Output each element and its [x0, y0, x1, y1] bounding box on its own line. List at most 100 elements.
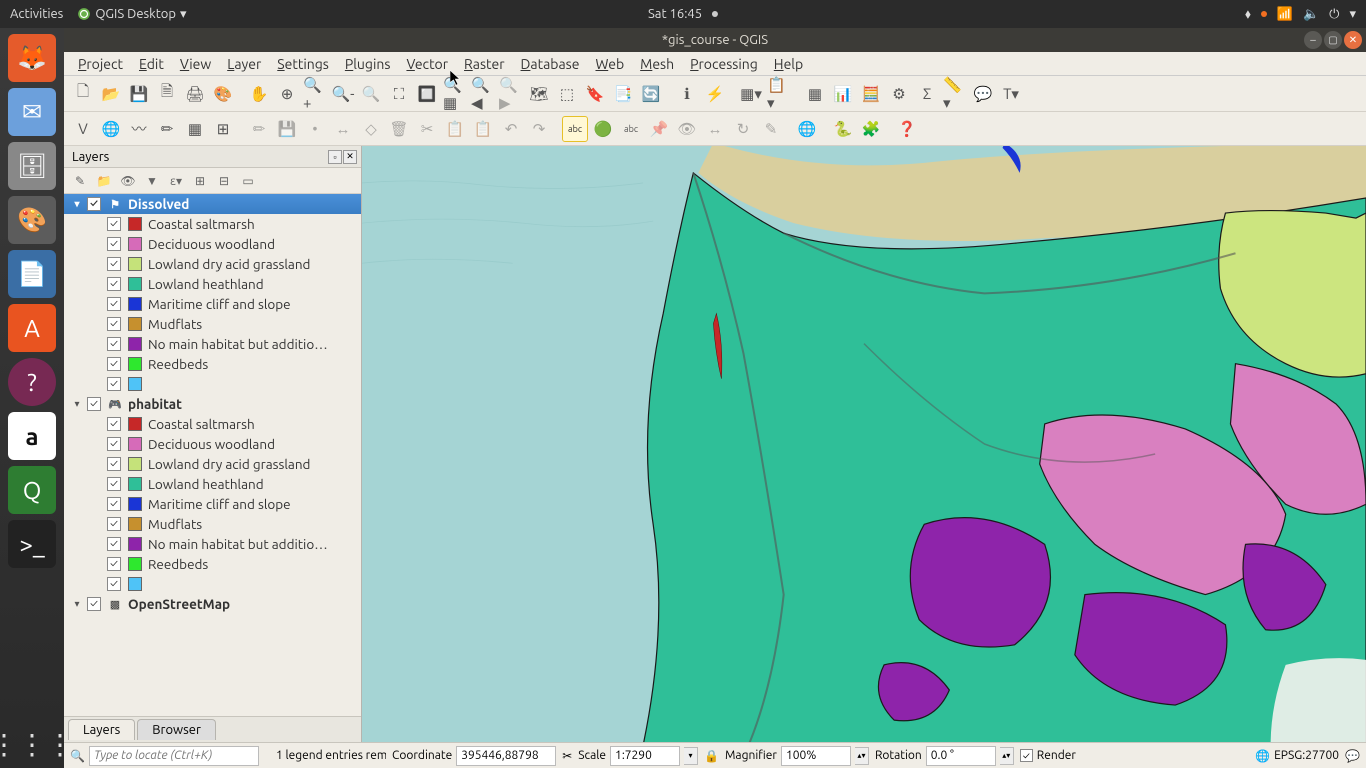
gimp-launcher[interactable]: 🎨: [8, 196, 56, 244]
layer-item[interactable]: ✓: [64, 374, 361, 394]
style-manager-icon[interactable]: 🎨: [210, 81, 236, 107]
zoom-layer-icon[interactable]: 🔍▦: [442, 81, 468, 107]
extents-icon[interactable]: ✂: [562, 749, 572, 763]
layer-item[interactable]: ✓Deciduous woodland: [64, 234, 361, 254]
toggle-editing-icon[interactable]: ✏: [154, 116, 180, 142]
filter-icon[interactable]: ▼: [142, 171, 162, 191]
toolbox-icon[interactable]: ⚙: [886, 81, 912, 107]
rotation-spin-icon[interactable]: ▴▾: [1000, 747, 1014, 765]
layer-item[interactable]: ✓No main habitat but additio…: [64, 334, 361, 354]
add-raster-icon[interactable]: 🌐: [98, 116, 124, 142]
save-icon[interactable]: 💾: [126, 81, 152, 107]
layer-group-phabitat[interactable]: ▾✓🎮phabitat: [64, 394, 361, 414]
abc-label-icon[interactable]: abc: [562, 116, 588, 142]
system-menu-arrow-icon[interactable]: ▾: [1349, 7, 1356, 22]
zoom-in-icon[interactable]: 🔍+: [302, 81, 328, 107]
firefox-launcher[interactable]: 🦊: [8, 34, 56, 82]
panel-close-button[interactable]: ✕: [343, 150, 357, 164]
layer-group-dissolved[interactable]: ▾✓⚑Dissolved: [64, 194, 361, 214]
select-icon[interactable]: ▦▾: [738, 81, 764, 107]
rotation-input[interactable]: [926, 746, 996, 766]
layer-item[interactable]: ✓Lowland dry acid grassland: [64, 254, 361, 274]
map-canvas[interactable]: [362, 146, 1366, 742]
volume-icon[interactable]: 🔈: [1303, 7, 1319, 22]
attribute-table-icon[interactable]: 📊: [830, 81, 856, 107]
diagram-icon[interactable]: 🟢: [590, 116, 616, 142]
menu-edit[interactable]: Edit: [131, 54, 172, 74]
bookmark-icon[interactable]: 🔖: [582, 81, 608, 107]
layer-item[interactable]: ✓Coastal saltmarsh: [64, 414, 361, 434]
menu-vector[interactable]: Vector: [398, 54, 456, 74]
new-shapefile-icon[interactable]: ▦: [182, 116, 208, 142]
wifi-icon[interactable]: 📶: [1277, 7, 1293, 22]
layer-item[interactable]: ✓Reedbeds: [64, 554, 361, 574]
software-launcher[interactable]: A: [8, 304, 56, 352]
pan-selection-icon[interactable]: ⊕: [274, 81, 300, 107]
thunderbird-launcher[interactable]: ✉: [8, 88, 56, 136]
zoom-out-icon[interactable]: 🔍-: [330, 81, 356, 107]
open-project-icon[interactable]: 📂: [98, 81, 124, 107]
lock-icon[interactable]: 🔒: [704, 749, 719, 763]
layer-item[interactable]: ✓: [64, 574, 361, 594]
visibility-icon[interactable]: 👁: [118, 171, 138, 191]
crs-label[interactable]: EPSG:27700: [1274, 749, 1339, 762]
clock[interactable]: Sat 16:45: [648, 7, 718, 21]
pan-icon[interactable]: ✋: [246, 81, 272, 107]
power-icon[interactable]: ⏻: [1329, 7, 1339, 22]
map-tips-icon[interactable]: 💬: [970, 81, 996, 107]
maximize-button[interactable]: ▢: [1324, 31, 1342, 49]
close-button[interactable]: ✕: [1344, 31, 1362, 49]
identify-icon[interactable]: ℹ: [674, 81, 700, 107]
layer-item[interactable]: ✓Lowland dry acid grassland: [64, 454, 361, 474]
scale-input[interactable]: [610, 746, 680, 766]
amazon-launcher[interactable]: a: [8, 412, 56, 460]
show-apps-launcher[interactable]: ⋮⋮⋮: [8, 720, 56, 768]
layer-tree[interactable]: ▾✓⚑Dissolved✓Coastal saltmarsh✓Deciduous…: [64, 194, 361, 716]
tab-browser[interactable]: Browser: [137, 719, 216, 740]
zoom-full-icon[interactable]: ⛶: [386, 81, 412, 107]
zoom-selection-icon[interactable]: 🔲: [414, 81, 440, 107]
snapping-icon[interactable]: ⊞: [210, 116, 236, 142]
add-mesh-icon[interactable]: 〰: [126, 116, 152, 142]
messages-icon[interactable]: 💬: [1345, 749, 1360, 763]
panel-float-button[interactable]: ▫: [328, 150, 342, 164]
deselect-icon[interactable]: ▦: [802, 81, 828, 107]
menu-layer[interactable]: Layer: [219, 54, 269, 74]
menu-view[interactable]: View: [172, 54, 219, 74]
files-launcher[interactable]: 🗄: [8, 142, 56, 190]
add-vector-icon[interactable]: V: [70, 116, 96, 142]
qgis-launcher[interactable]: Q: [8, 466, 56, 514]
menu-plugins[interactable]: Plugins: [337, 54, 399, 74]
activities-button[interactable]: Activities: [10, 7, 63, 21]
layer-group-openstreetmap[interactable]: ▾✓▩OpenStreetMap: [64, 594, 361, 614]
menu-web[interactable]: Web: [587, 54, 632, 74]
measure-icon[interactable]: 📏▾: [942, 81, 968, 107]
collapse-icon[interactable]: ⊟: [214, 171, 234, 191]
layout-icon[interactable]: 🖨: [182, 81, 208, 107]
layer-item[interactable]: ✓Deciduous woodland: [64, 434, 361, 454]
layer-item[interactable]: ✓No main habitat but additio…: [64, 534, 361, 554]
writer-launcher[interactable]: 📄: [8, 250, 56, 298]
menu-help[interactable]: Help: [766, 54, 811, 74]
coordinate-input[interactable]: [456, 746, 556, 766]
menu-processing[interactable]: Processing: [682, 54, 766, 74]
layer-item[interactable]: ✓Lowland heathland: [64, 274, 361, 294]
new-project-icon[interactable]: 🗋: [70, 81, 96, 107]
menu-mesh[interactable]: Mesh: [632, 54, 682, 74]
help-launcher[interactable]: ?: [8, 358, 56, 406]
zoom-next-icon[interactable]: 🔍▶: [498, 81, 524, 107]
layer-item[interactable]: ✓Mudflats: [64, 314, 361, 334]
layer-item[interactable]: ✓Maritime cliff and slope: [64, 294, 361, 314]
layer-item[interactable]: ✓Lowland heathland: [64, 474, 361, 494]
metasearch-icon[interactable]: 🌐: [794, 116, 820, 142]
magnifier-input[interactable]: [781, 746, 851, 766]
select-value-icon[interactable]: 📋▾: [766, 81, 792, 107]
show-bookmarks-icon[interactable]: 📑: [610, 81, 636, 107]
label-tool-icon[interactable]: abc: [618, 116, 644, 142]
menu-project[interactable]: Project: [70, 54, 131, 74]
app-menu[interactable]: QGIS Desktop ▾: [77, 7, 186, 22]
python-icon[interactable]: 🐍: [830, 116, 856, 142]
expression-filter-icon[interactable]: ε▾: [166, 171, 186, 191]
actions-icon[interactable]: ⚡: [702, 81, 728, 107]
new-3d-view-icon[interactable]: ⬚: [554, 81, 580, 107]
